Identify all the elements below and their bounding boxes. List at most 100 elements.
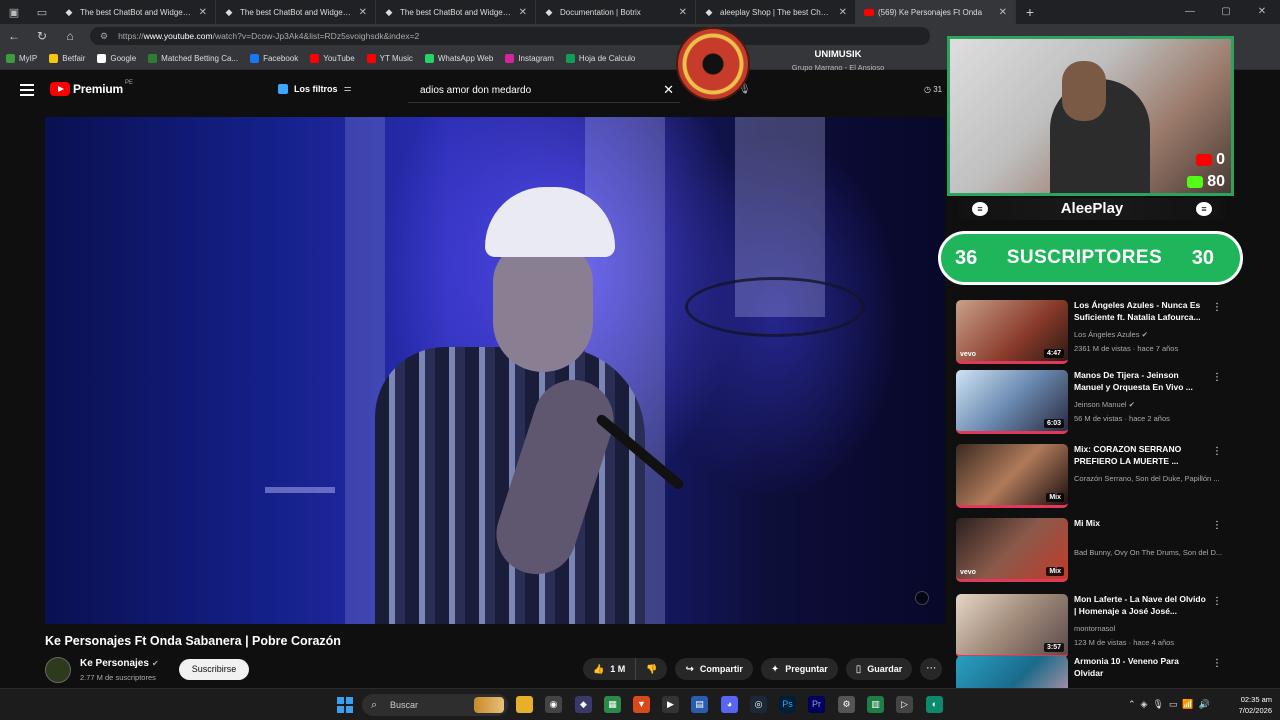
- botrix-icon: ◆: [545, 7, 553, 17]
- edge-icon[interactable]: ◐: [926, 696, 943, 713]
- close-tab-icon[interactable]: ✕: [679, 7, 687, 18]
- bookmark-item[interactable]: Hoja de Calculo: [565, 54, 635, 63]
- recommendation-item[interactable]: Mix Mix: CORAZON SERRANO PREFIERO LA MUER…: [956, 444, 1228, 514]
- kick-count: 80: [1207, 173, 1225, 190]
- recommendation-title[interactable]: Armonia 10 - Veneno Para Olvidar: [1074, 656, 1206, 679]
- recommendation-title[interactable]: Mix: CORAZON SERRANO PREFIERO LA MUERTE …: [1074, 444, 1206, 467]
- back-icon[interactable]: ←: [0, 29, 28, 43]
- site-info-icon[interactable]: ⚙: [100, 31, 108, 42]
- system-tray[interactable]: ⌃ ◈ 🎙 ▭ 📶 🔊: [1128, 699, 1210, 710]
- like-button[interactable]: 👍 1 M: [583, 658, 637, 680]
- photoshop-icon[interactable]: Ps: [779, 696, 796, 713]
- player-icon[interactable]: ▷: [896, 696, 913, 713]
- app-icon[interactable]: ◆: [575, 696, 592, 713]
- video-player[interactable]: [45, 117, 945, 624]
- recommendation-item[interactable]: vevo 4:47 Los Ángeles Azules - Nunca Es Su…: [956, 300, 1228, 370]
- recommendation-title[interactable]: Los Ángeles Azules - Nunca Es Suficiente…: [1074, 300, 1206, 323]
- recommendation-title[interactable]: Mi Mix: [1074, 518, 1206, 530]
- browser-tab[interactable]: ◆ The best ChatBot and Widgets fo ✕: [216, 0, 376, 24]
- recommendation-item[interactable]: vevo Mix Mi Mix Bad Bunny, Ovy On The Drums…: [956, 518, 1228, 588]
- reload-icon[interactable]: ↻: [28, 29, 56, 43]
- search-input[interactable]: adios amor don medardo ✕: [408, 79, 680, 103]
- recommendation-thumbnail[interactable]: 3:57: [956, 594, 1068, 658]
- browser-tab[interactable]: (569) Ke Personajes Ft Onda ✕: [856, 0, 1016, 24]
- channel-avatar[interactable]: [45, 657, 71, 683]
- player-overlay-icon[interactable]: [915, 591, 929, 605]
- app-icon[interactable]: ▦: [604, 696, 621, 713]
- recommendation-item[interactable]: 3:57 Mon Laferte - La Nave del Olvido | H…: [956, 594, 1228, 664]
- close-tab-icon[interactable]: ✕: [999, 7, 1007, 18]
- more-options-icon[interactable]: ⋮: [1212, 520, 1222, 531]
- windows-start-icon[interactable]: [337, 697, 353, 713]
- share-button[interactable]: ↪ Compartir: [675, 658, 753, 680]
- close-tab-icon[interactable]: ✕: [839, 7, 847, 18]
- bookmark-label: Facebook: [263, 54, 299, 63]
- home-icon[interactable]: ⌂: [56, 29, 84, 43]
- recommendation-item[interactable]: 6:03 Manos De Tijera - Jeinson Manuel y O…: [956, 370, 1228, 440]
- bookmark-item[interactable]: YT Music: [366, 54, 413, 63]
- settings-icon[interactable]: ⚙: [838, 696, 855, 713]
- more-options-icon[interactable]: ⋮: [1212, 372, 1222, 383]
- steam-icon[interactable]: ◎: [750, 696, 767, 713]
- save-button[interactable]: ▯ Guardar: [845, 658, 913, 680]
- recommendation-channel: montornasol: [1074, 624, 1224, 633]
- ask-button[interactable]: ✦ Preguntar: [760, 658, 838, 680]
- close-tab-icon[interactable]: ✕: [359, 7, 367, 18]
- tab-actions-icon[interactable]: ▭: [28, 0, 56, 24]
- taskbar-search[interactable]: ⌕ Buscar: [362, 694, 508, 716]
- botrix-icon: ◆: [225, 7, 233, 17]
- premiere-icon[interactable]: Pr: [808, 696, 825, 713]
- bookmark-icon: [148, 54, 158, 63]
- more-options-icon[interactable]: ⋮: [1212, 658, 1222, 669]
- close-window-icon[interactable]: ✕: [1244, 0, 1280, 24]
- clear-search-icon[interactable]: ✕: [663, 82, 674, 98]
- browser-tab[interactable]: ◆ aleeplay Shop | The best ChatBot ✕: [696, 0, 856, 24]
- close-tab-icon[interactable]: ✕: [519, 7, 527, 18]
- discord-icon[interactable]: ◕: [721, 696, 738, 713]
- obs-icon[interactable]: ◉: [545, 696, 562, 713]
- hamburger-menu-icon[interactable]: [20, 84, 34, 96]
- bookmark-item[interactable]: Instagram: [505, 54, 554, 63]
- new-tab-button[interactable]: +: [1016, 4, 1044, 20]
- bookmark-item[interactable]: WhatsApp Web: [424, 54, 493, 63]
- workspaces-icon[interactable]: ▣: [0, 0, 28, 24]
- taskbar-clock[interactable]: 02:35 am 7/02/2026: [1226, 694, 1272, 716]
- recommendation-thumbnail[interactable]: vevo 4:47: [956, 300, 1068, 364]
- file-explorer-icon[interactable]: [516, 696, 533, 713]
- more-options-icon[interactable]: ⋮: [1212, 446, 1222, 457]
- bookmark-item[interactable]: Betfair: [49, 54, 85, 63]
- recommendation-thumbnail[interactable]: vevo Mix: [956, 518, 1068, 582]
- more-options-icon[interactable]: ⋮: [1212, 596, 1222, 607]
- more-options-icon[interactable]: ⋮: [1212, 302, 1222, 313]
- bookmark-item[interactable]: MyIP: [6, 54, 37, 63]
- youtube-premium-logo[interactable]: Premium PE: [50, 80, 133, 96]
- browser-tab[interactable]: ◆ The best ChatBot and Widgets fo ✕: [56, 0, 216, 24]
- bookmark-item[interactable]: YouTube: [310, 54, 355, 63]
- dislike-button[interactable]: 👎: [636, 658, 667, 680]
- bookmark-item[interactable]: Matched Betting Ca...: [148, 54, 238, 63]
- more-actions-button[interactable]: ⋯: [920, 658, 943, 680]
- browser-tab[interactable]: ◆ Documentation | Botrix ✕: [536, 0, 696, 24]
- browser-tab[interactable]: ◆ The best ChatBot and Widgets fo ✕: [376, 0, 536, 24]
- recommendation-title[interactable]: Mon Laferte - La Nave del Olvido | Homen…: [1074, 594, 1206, 617]
- bookmark-item[interactable]: Facebook: [250, 54, 298, 63]
- duration-badge: Mix: [1046, 493, 1064, 502]
- channel-name[interactable]: Ke Personajes ✔: [80, 658, 159, 669]
- vinyl-record-logo: [676, 27, 750, 101]
- bookmark-label: MyIP: [19, 54, 38, 63]
- url-host: www.youtube.com: [143, 31, 213, 41]
- minimize-icon[interactable]: —: [1172, 0, 1208, 24]
- brave-icon[interactable]: ▼: [633, 696, 650, 713]
- filters-button[interactable]: Los filtros ⚌: [278, 83, 352, 94]
- bookmark-item[interactable]: Google: [97, 54, 136, 63]
- close-tab-icon[interactable]: ✕: [199, 7, 207, 18]
- notes-icon[interactable]: ▥: [867, 696, 884, 713]
- recommendation-thumbnail[interactable]: 6:03: [956, 370, 1068, 434]
- maximize-icon[interactable]: ▢: [1208, 0, 1244, 24]
- recommendation-title[interactable]: Manos De Tijera - Jeinson Manuel y Orque…: [1074, 370, 1206, 393]
- subscribe-button[interactable]: Suscribirse: [179, 659, 249, 680]
- url-input[interactable]: ⚙ https://www.youtube.com/watch?v=Dcow-J…: [90, 27, 930, 45]
- media-player-icon[interactable]: ▶: [662, 696, 679, 713]
- calculator-icon[interactable]: ▤: [691, 696, 708, 713]
- recommendation-thumbnail[interactable]: Mix: [956, 444, 1068, 508]
